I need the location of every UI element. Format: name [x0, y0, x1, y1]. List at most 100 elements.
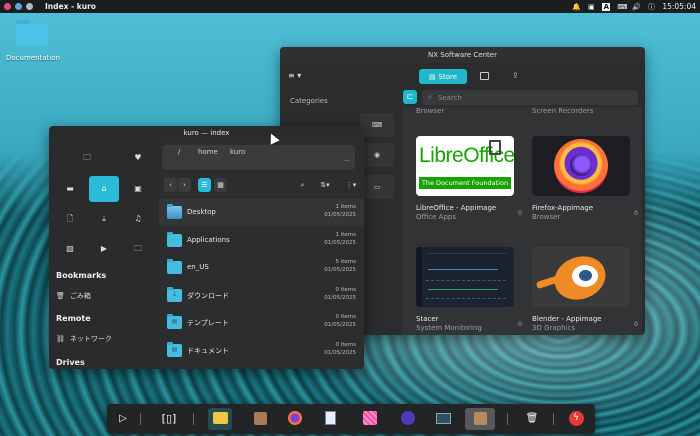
app-category: Browser — [532, 213, 561, 221]
clock[interactable]: 15:05:04 — [662, 2, 696, 11]
bookmark-label: ごみ箱 — [69, 292, 91, 300]
file-toolbar: ‹ › ☰ ▦ ⌕ ⇅▾ ⋮▾ — [162, 178, 362, 193]
terminal-icon[interactable] — [431, 408, 455, 430]
forward-button[interactable]: › — [178, 178, 191, 192]
bell-icon[interactable]: 🔔 — [572, 3, 581, 11]
path-segment[interactable]: kuro — [230, 148, 245, 156]
video-icon[interactable]: ▶ — [89, 236, 119, 262]
home-icon[interactable]: ⌂ — [89, 176, 119, 202]
category-disc-icon[interactable]: ◉ — [360, 143, 394, 167]
remote-heading: Remote — [56, 314, 91, 323]
category-keyboard-icon[interactable]: ⌨ — [360, 113, 394, 137]
file-row[interactable]: Desktop 1 items 01/05/2025 — [159, 199, 364, 226]
path-edit[interactable]: .. — [345, 155, 349, 163]
more-options-icon[interactable]: ⋮▾ — [342, 178, 360, 192]
apps-grid: Browser Screen Recorders LibreOffice The… — [402, 107, 642, 335]
search-input[interactable]: ⌕ Search — [422, 90, 638, 105]
file-name: Applications — [187, 235, 230, 244]
favorites-heart-icon[interactable]: ♥ — [123, 145, 153, 171]
libreoffice-tagline: The Document Foundation — [419, 177, 511, 189]
file-view: / home kuro .. ‹ › ☰ ▦ ⌕ ⇅▾ ⋮▾ Desktop 1 … — [159, 139, 364, 369]
trash-icon[interactable]: 🗑 — [520, 408, 544, 430]
back-button[interactable]: ‹ — [164, 178, 177, 192]
overview-icon[interactable]: [▯] — [157, 408, 181, 430]
dock-separator — [193, 413, 194, 425]
sidebar-toggle-icon[interactable]: ⊏ — [403, 90, 417, 104]
search-icon[interactable]: ⌕ — [296, 178, 309, 192]
file-row[interactable]: ↓ ダウンロード 0 items 01/05/2025 — [159, 282, 364, 309]
window-icon[interactable]: ▣ — [123, 176, 153, 202]
file-row[interactable]: en_US 5 items 01/05/2025 — [159, 254, 364, 281]
store-tab[interactable]: ▤ Store — [419, 69, 467, 84]
pink-app-icon[interactable] — [358, 408, 382, 430]
path-segment[interactable]: / — [178, 148, 180, 156]
store-icon: ▤ — [428, 72, 436, 81]
app-card-libreoffice[interactable]: LibreOffice The Document Foundation Libr… — [416, 136, 526, 221]
app-card-firefox[interactable]: Firefox-Appimage Browser 0 — [532, 136, 642, 221]
window-title: NX Software Center — [280, 47, 645, 63]
folder-glyph: ▤ — [171, 318, 178, 325]
files-icon[interactable] — [208, 408, 232, 430]
document-viewer-icon[interactable] — [318, 408, 342, 430]
stacer-screenshot — [416, 247, 514, 307]
file-date: 01/05/2025 — [324, 349, 356, 356]
bookmarks-heading: Bookmarks — [56, 271, 107, 280]
file-row[interactable]: ▤ テンプレート 0 items 01/05/2025 — [159, 309, 364, 336]
remote-network[interactable]: ⛓ ネットワーク — [56, 334, 112, 344]
list-view-icon[interactable]: ☰ — [198, 178, 211, 192]
drives-heading: Drives — [56, 358, 85, 367]
file-name: ダウンロード — [187, 291, 229, 300]
upload-tab-icon[interactable]: ⇪ — [512, 71, 519, 80]
image-icon[interactable]: ▧ — [55, 236, 85, 262]
hamburger-menu-icon[interactable]: ≡ ▾ — [288, 71, 301, 80]
app-card-stacer[interactable]: Stacer System Monitoring 0 — [416, 247, 526, 332]
path-segment[interactable]: home — [198, 148, 218, 156]
file-name: en_US — [187, 263, 209, 271]
category-drive-icon[interactable]: ▭ — [360, 175, 394, 199]
lock-icon[interactable]: ▣ — [587, 3, 595, 11]
window-minimize-dot[interactable] — [15, 3, 22, 10]
font-icon[interactable]: A — [602, 2, 611, 11]
file-item-count: 0 items — [335, 341, 356, 348]
bookmark-trash[interactable]: 🗑 ごみ箱 — [56, 291, 91, 301]
keyboard-icon[interactable]: ⌨ — [617, 3, 627, 11]
app-count: 0 — [518, 321, 522, 328]
folder-icon: ▤ — [167, 314, 182, 329]
path-bar[interactable]: / home kuro .. — [162, 145, 355, 170]
window-maximize-dot[interactable] — [26, 3, 33, 10]
grid-view-icon[interactable]: ▦ — [214, 178, 227, 192]
file-name: Desktop — [187, 208, 216, 216]
sort-icon[interactable]: ⇅▾ — [316, 178, 334, 192]
power-icon[interactable]: ϟ — [564, 408, 588, 430]
window-close-dot[interactable] — [4, 3, 11, 10]
library-tab-icon[interactable] — [480, 72, 489, 80]
archive-icon[interactable] — [248, 408, 272, 430]
folder-icon[interactable]: 🗀 — [123, 236, 153, 262]
document-icon[interactable]: 🗋 — [55, 206, 85, 232]
package-icon[interactable] — [465, 408, 495, 430]
file-item-count: 1 items — [335, 204, 356, 210]
desktop-icon-documentation[interactable]: Documentation — [6, 20, 60, 62]
active-window-title: Index - kuro — [45, 2, 96, 11]
app-name: Stacer — [416, 315, 439, 323]
folder-glyph: ▤ — [171, 345, 178, 353]
firefox-logo — [532, 136, 630, 196]
download-icon[interactable]: ⤓ — [89, 206, 119, 232]
purple-app-icon[interactable] — [396, 408, 420, 430]
file-row[interactable]: Applications 1 items 01/05/2025 — [159, 227, 364, 254]
file-item-count: 0 items — [335, 314, 356, 320]
store-tab-label: Store — [438, 72, 458, 81]
drive-icon[interactable]: ▬ — [55, 176, 85, 202]
file-item-count: 1 items — [335, 231, 356, 238]
app-card-blender[interactable]: Blender - Appimage 3D Graphics 0 — [532, 247, 642, 332]
volume-icon[interactable]: 🔊 — [632, 3, 641, 11]
file-row[interactable]: ▤ ドキュメント 0 items 01/05/2025 — [159, 337, 364, 364]
file-name: テンプレート — [187, 319, 229, 327]
info-icon[interactable]: ⓘ — [647, 3, 655, 11]
folder-icon: ↓ — [167, 286, 182, 302]
firefox-icon[interactable] — [283, 408, 307, 430]
play-icon[interactable]: ▷ — [111, 408, 135, 430]
folder-icon[interactable]: 🗀 — [72, 145, 102, 171]
file-item-count: 5 items — [335, 259, 356, 265]
music-icon[interactable]: ♫ — [123, 206, 153, 232]
